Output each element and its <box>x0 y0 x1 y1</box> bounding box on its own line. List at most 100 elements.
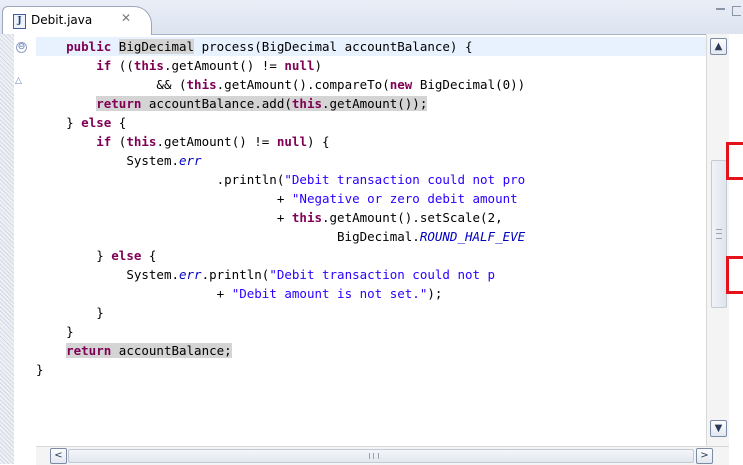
code-line[interactable]: } else { <box>36 246 156 265</box>
override-marker-icon: △ <box>15 76 22 86</box>
code-token: { <box>111 115 127 130</box>
horizontal-scroll-thumb[interactable] <box>68 449 694 463</box>
code-editor[interactable]: public BigDecimal process(BigDecimal acc… <box>36 37 706 425</box>
horizontal-scrollbar[interactable]: < > <box>36 446 729 465</box>
code-line[interactable]: } <box>36 360 44 379</box>
code-token: err <box>179 267 202 282</box>
code-token: .println( <box>216 172 285 187</box>
code-token: else <box>81 115 112 130</box>
code-line[interactable]: } <box>36 322 74 341</box>
code-token: } <box>66 324 74 339</box>
code-token: .getAmount() != <box>156 134 277 149</box>
code-token: ROUND_HALF_EVE <box>419 229 526 244</box>
code-token: .getAmount()); <box>322 96 428 111</box>
code-token: + <box>216 286 232 301</box>
code-token: .println( <box>201 267 270 282</box>
code-token: } <box>96 305 104 320</box>
code-token: return <box>66 343 112 358</box>
code-line[interactable]: return accountBalance.add(this.getAmount… <box>36 94 428 113</box>
code-line[interactable]: + "Negative or zero debit amount <box>36 189 525 208</box>
editor-tab-bar: J Debit.java ✕ <box>0 0 743 35</box>
code-token: .getAmount().setScale(2, <box>322 210 503 225</box>
minimize-icon[interactable] <box>716 8 725 11</box>
vertical-scroll-thumb[interactable] <box>711 160 727 308</box>
code-token: ); <box>427 286 443 301</box>
code-token: BigDecimal <box>118 39 195 54</box>
code-token: .getAmount().compareTo( <box>216 77 390 92</box>
code-token: null <box>276 134 307 149</box>
tab-label: Debit.java <box>31 13 93 27</box>
maximize-icon[interactable] <box>732 6 741 16</box>
code-token: else <box>111 248 142 263</box>
code-token: } <box>36 362 44 377</box>
code-line[interactable]: + "Debit amount is not set."); <box>36 284 443 303</box>
code-line[interactable]: .println("Debit transaction could not pr… <box>36 170 526 189</box>
grip-icon <box>716 229 722 239</box>
code-line[interactable]: System.err <box>36 151 202 170</box>
java-file-icon: J <box>13 14 26 29</box>
code-token: (( <box>111 58 134 73</box>
code-token: ) { <box>306 134 330 149</box>
code-token: ( <box>111 134 127 149</box>
code-line[interactable]: if ((this.getAmount() != null) <box>36 56 322 75</box>
code-token: accountBalance; <box>111 343 232 358</box>
code-token: ) <box>314 58 323 73</box>
code-token: && ( <box>156 77 187 92</box>
overview-ruler[interactable] <box>729 34 743 464</box>
code-token: { <box>141 248 157 263</box>
annotation-box-top <box>726 142 743 180</box>
code-line[interactable]: if (this.getAmount() != null) { <box>36 132 330 151</box>
code-line[interactable]: && (this.getAmount().compareTo(new BigDe… <box>36 75 525 94</box>
code-token: this <box>133 58 164 73</box>
code-token: "Debit amount is not set." <box>231 286 428 301</box>
code-token: "Negative or zero debit amount <box>291 191 526 206</box>
code-line[interactable]: BigDecimal.ROUND_HALF_EVE <box>36 227 525 246</box>
code-token: this <box>291 210 322 225</box>
code-token: this <box>126 134 157 149</box>
code-line[interactable]: System.err.println("Debit transaction co… <box>36 265 495 284</box>
code-line[interactable]: + this.getAmount().setScale(2, <box>36 208 503 227</box>
close-icon[interactable]: ✕ <box>121 11 131 25</box>
scroll-right-button[interactable]: > <box>696 448 713 464</box>
tab-debit-java[interactable]: J Debit.java ✕ <box>2 6 152 35</box>
code-token: } <box>66 115 82 130</box>
code-token: .getAmount() != <box>163 58 285 73</box>
code-token: this <box>291 96 322 111</box>
code-token: public <box>66 39 119 54</box>
code-line[interactable]: } <box>36 303 104 322</box>
code-token: this <box>186 77 217 92</box>
code-token: System. <box>126 153 179 168</box>
code-line[interactable]: public BigDecimal process(BigDecimal acc… <box>36 37 706 56</box>
scroll-down-button[interactable]: ▼ <box>710 420 727 437</box>
code-token: System. <box>126 267 179 282</box>
code-token: + <box>276 191 292 206</box>
vertical-scrollbar[interactable]: ▲ ▼ <box>706 34 730 446</box>
scroll-up-button[interactable]: ▲ <box>710 38 727 55</box>
code-token: "Debit transaction could not p <box>269 267 496 282</box>
scroll-left-button[interactable]: < <box>50 448 67 464</box>
code-token: process(BigDecimal accountBalance) { <box>194 39 473 54</box>
collapse-fold-icon[interactable]: ⊖ <box>16 42 27 53</box>
code-token: err <box>179 153 202 168</box>
grip-icon <box>369 453 379 459</box>
code-token: } <box>96 248 112 263</box>
code-line[interactable]: return accountBalance; <box>36 341 232 360</box>
code-token: BigDecimal(0)) <box>412 77 526 92</box>
code-token: return <box>96 96 142 111</box>
code-token: accountBalance.add( <box>141 96 292 111</box>
annotation-box-bottom <box>726 256 743 294</box>
code-line[interactable]: } else { <box>36 113 126 132</box>
